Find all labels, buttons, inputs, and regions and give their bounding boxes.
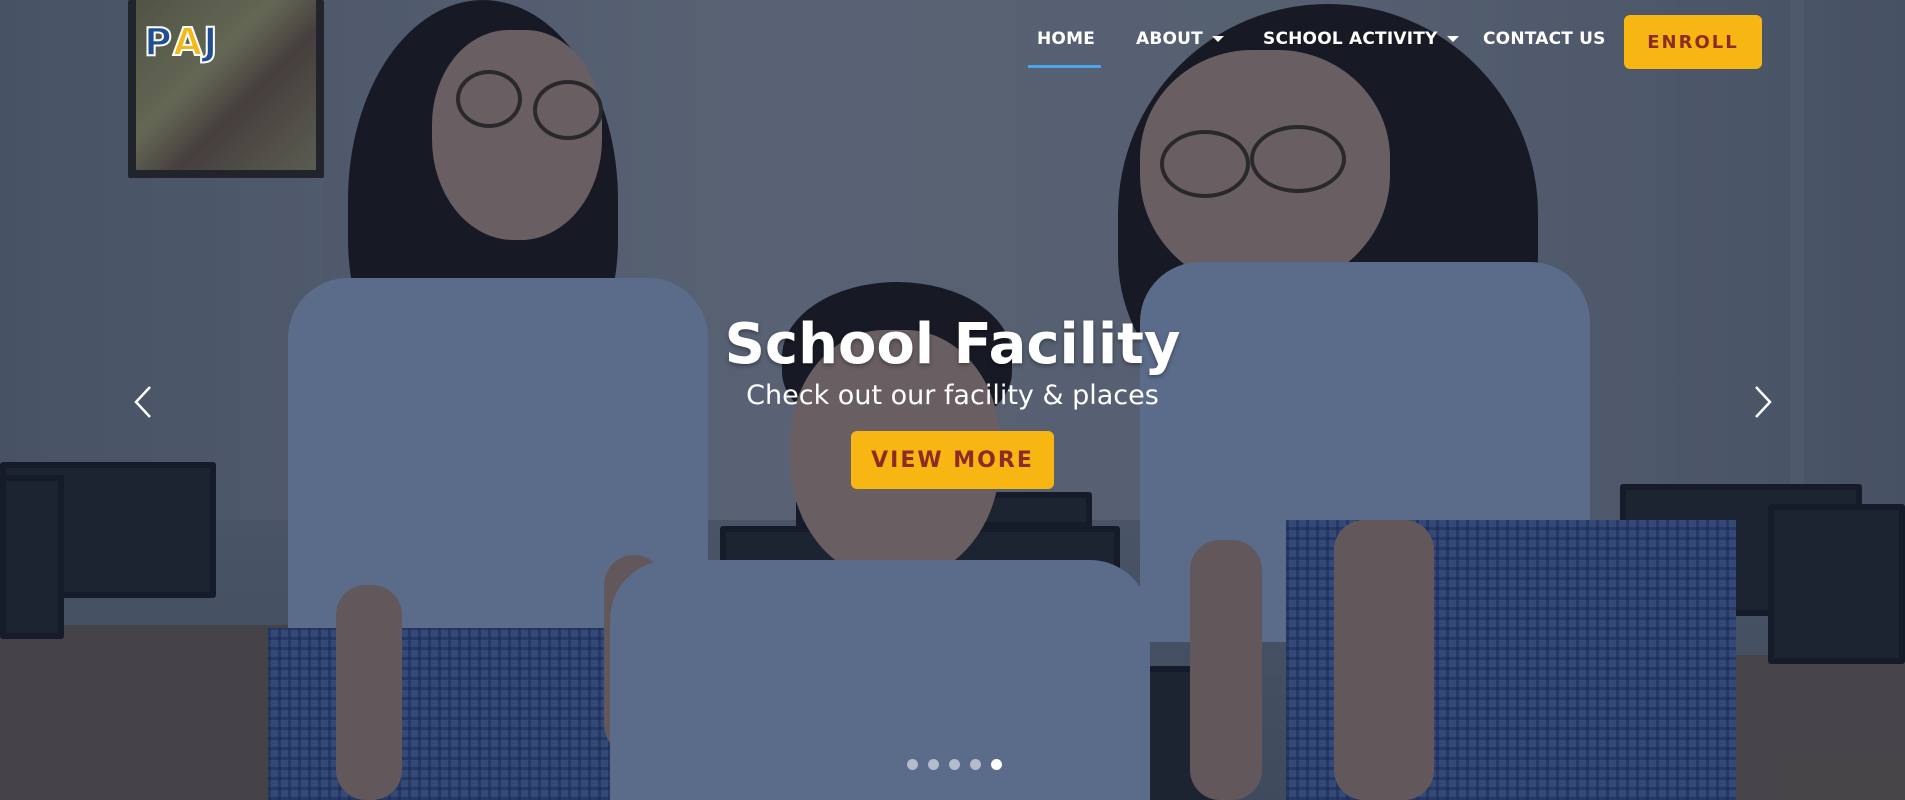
carousel-next-button[interactable] <box>1744 384 1780 420</box>
carousel-prev-button[interactable] <box>126 384 162 420</box>
enroll-button[interactable]: ENROLL <box>1624 15 1762 69</box>
chevron-left-icon <box>134 386 151 418</box>
caret-down-icon <box>1446 36 1459 42</box>
view-more-button[interactable]: VIEW MORE <box>851 431 1054 489</box>
nav-about[interactable]: ABOUT <box>1136 24 1224 54</box>
logo-letter: P <box>143 20 173 64</box>
slide-title: School Facility <box>724 312 1181 377</box>
carousel-indicator[interactable] <box>949 759 960 770</box>
nav-school-activity-label: SCHOOL ACTIVITY <box>1263 29 1438 49</box>
nav-home-label: HOME <box>1037 29 1096 49</box>
carousel-indicators <box>907 759 1002 770</box>
carousel-indicator[interactable] <box>928 759 939 770</box>
slide-subtitle: Check out our facility & places <box>746 380 1159 411</box>
carousel-indicator-active[interactable] <box>991 759 1002 770</box>
caret-down-icon <box>1211 36 1224 42</box>
chevron-right-icon <box>1755 386 1772 418</box>
nav-contact-us[interactable]: CONTACT US <box>1483 24 1606 54</box>
carousel-indicator[interactable] <box>970 759 981 770</box>
logo-letter: A <box>172 20 203 64</box>
nav-home[interactable]: HOME <box>1037 24 1095 54</box>
nav-contact-us-label: CONTACT US <box>1483 29 1606 49</box>
carousel-indicator[interactable] <box>907 759 918 770</box>
brand-logo[interactable]: P A J <box>143 20 218 64</box>
nav-active-indicator <box>1028 65 1101 68</box>
nav-about-label: ABOUT <box>1136 29 1203 49</box>
logo-letter: J <box>202 20 218 64</box>
nav-school-activity[interactable]: SCHOOL ACTIVITY <box>1263 24 1459 54</box>
